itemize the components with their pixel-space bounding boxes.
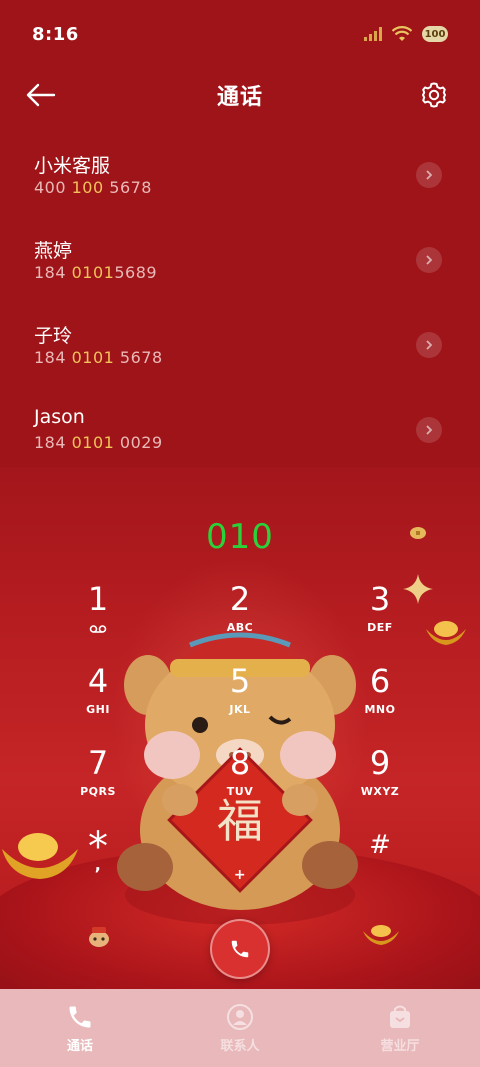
- gold-ingot-icon: [363, 925, 399, 945]
- chevron-right-icon[interactable]: [416, 247, 442, 273]
- back-arrow-icon[interactable]: [26, 82, 56, 108]
- tab-contacts[interactable]: 联系人: [160, 989, 320, 1067]
- bottom-tab-bar: 通话 联系人 营业厅: [0, 989, 480, 1067]
- tab-calls[interactable]: 通话: [0, 989, 160, 1067]
- wifi-icon: [392, 26, 412, 41]
- key-5[interactable]: 5 JKL: [200, 661, 280, 733]
- key-4[interactable]: 4 GHI: [58, 661, 138, 733]
- battery-icon: 100: [422, 26, 448, 42]
- page-title: 通话: [216, 85, 263, 110]
- status-bar: 8:16 100: [0, 0, 480, 68]
- contact-name: 子玲: [34, 325, 73, 347]
- contact-row[interactable]: 子玲 184 0101 5678: [0, 307, 480, 392]
- contact-number: 184 0101 5678: [34, 348, 163, 367]
- key-7[interactable]: 7 PQRS: [58, 743, 138, 815]
- chevron-right-icon[interactable]: [416, 162, 442, 188]
- contact-number: 184 01015689: [34, 263, 158, 282]
- key-0[interactable]: 0 +: [200, 825, 280, 897]
- contact-list: 小米客服 400 100 5678 燕婷 184 01015689 子玲 184…: [0, 137, 480, 477]
- gear-icon[interactable]: [420, 81, 448, 109]
- chevron-right-icon[interactable]: [416, 332, 442, 358]
- key-6[interactable]: 6 MNO: [340, 661, 420, 733]
- contact-name: 小米客服: [34, 155, 111, 177]
- contact-number: 400 100 5678: [34, 178, 152, 197]
- phone-icon: [69, 1006, 91, 1027]
- dialed-number: 010: [206, 517, 274, 557]
- signal-icon: [364, 27, 382, 41]
- contact-number: 184 0101 0029: [34, 433, 163, 452]
- contact-row[interactable]: 小米客服 400 100 5678: [0, 137, 480, 222]
- key-9[interactable]: 9 WXYZ: [340, 743, 420, 815]
- tab-label: 联系人: [220, 1038, 260, 1054]
- store-icon: [390, 1005, 410, 1028]
- tab-store[interactable]: 营业厅: [320, 989, 480, 1067]
- gold-ingot-icon: [426, 621, 466, 645]
- top-panel: 8:16 100 通话 小米客服 400 100 5678 燕婷 184 010…: [0, 0, 480, 467]
- contact-name: 燕婷: [34, 240, 73, 262]
- header: 通话: [0, 70, 480, 120]
- call-button[interactable]: [210, 919, 270, 979]
- contact-name: Jason: [34, 406, 85, 428]
- contact-row[interactable]: 燕婷 184 01015689: [0, 222, 480, 307]
- key-8[interactable]: 8 TUV: [200, 743, 280, 815]
- phone-icon: [231, 940, 249, 958]
- tab-label: 通话: [66, 1038, 93, 1054]
- voicemail-icon: [89, 625, 107, 633]
- ox-sticker-icon: [89, 927, 109, 947]
- status-time: 8:16: [32, 23, 79, 45]
- status-icons: 100: [364, 26, 448, 42]
- key-3[interactable]: 3 DEF: [340, 579, 420, 651]
- key-hash[interactable]: #: [340, 825, 420, 897]
- contacts-icon: [227, 1003, 253, 1030]
- tab-label: 营业厅: [380, 1038, 420, 1054]
- contact-row[interactable]: Jason 184 0101 0029: [0, 392, 480, 477]
- key-1[interactable]: 1: [58, 579, 138, 651]
- key-star[interactable]: * ,: [58, 825, 138, 897]
- chevron-right-icon[interactable]: [416, 417, 442, 443]
- dialer-panel: 福 010 1 2 ABC 3 DEF 4 GHI 5 JKL 6 MNO 7 …: [0, 467, 480, 989]
- key-2[interactable]: 2 ABC: [200, 579, 280, 651]
